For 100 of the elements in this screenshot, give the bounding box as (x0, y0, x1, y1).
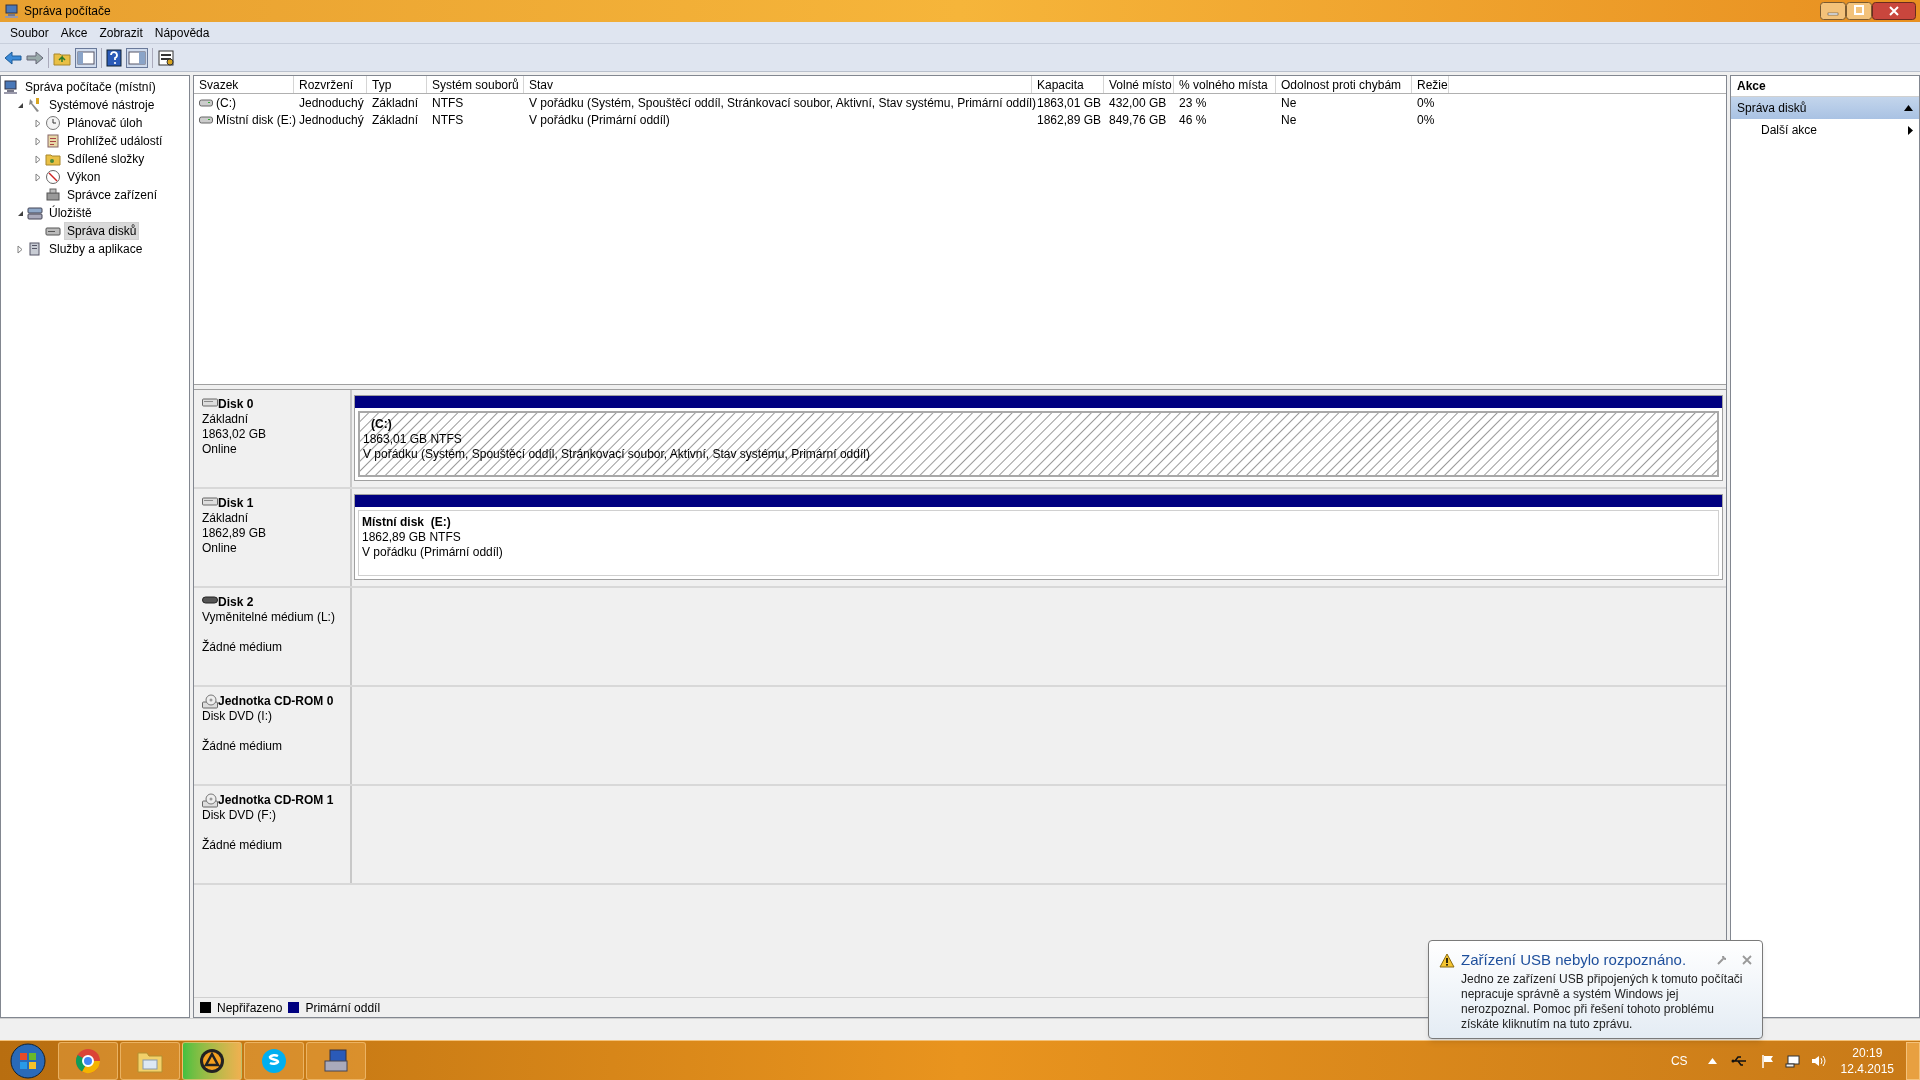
disk-detail: Základní (202, 511, 250, 526)
table-cell-text: Jednoduchý (299, 111, 364, 129)
tree-pane-icon[interactable] (75, 47, 97, 68)
column-header[interactable]: Svazek (194, 76, 294, 93)
column-header[interactable]: Odolnost proti chybám (1276, 76, 1412, 93)
menu-item[interactable]: Zobrazit (93, 23, 149, 42)
table-cell-text: Místní disk (E:) (216, 111, 296, 129)
actions-section-header[interactable]: Správa disků (1731, 97, 1919, 119)
partition-label: (C:) (370, 417, 393, 432)
tree-item[interactable]: Sdílené složky (64, 150, 148, 168)
disk-detail: Disk DVD (F:) (202, 808, 277, 823)
event-log-icon (45, 133, 61, 149)
computer-icon (3, 79, 19, 95)
wrench-icon[interactable] (1716, 954, 1728, 967)
disk-name: Disk 0 (218, 396, 254, 413)
notification-title: Zařízení USB nebylo rozpoznáno. (1461, 950, 1687, 970)
menu-item[interactable]: Soubor (4, 23, 55, 42)
column-header[interactable]: Systém souborů (427, 76, 524, 93)
table-cell-text: 849,76 GB (1109, 111, 1167, 129)
disk-detail: 1863,02 GB (202, 427, 268, 442)
services-icon (27, 241, 43, 257)
properties-icon[interactable] (157, 48, 175, 67)
window-title: Správa počítače (24, 3, 111, 20)
column-header[interactable]: Rozvržení (294, 76, 367, 93)
disk-status: Online (202, 541, 238, 556)
disk-status: Žádné médium (202, 640, 284, 655)
table-cell-text: 0% (1417, 111, 1435, 129)
tree-item[interactable]: Plánovač úloh (64, 114, 146, 132)
table-cell-text: V pořádku (Primární oddíl) (529, 111, 670, 129)
device-manager-icon (45, 187, 61, 203)
partition-label: Místní disk (E:) (362, 515, 452, 530)
computer-management-icon[interactable] (322, 1046, 350, 1075)
tree-item[interactable]: Služby a aplikace (46, 240, 146, 258)
tree-item[interactable]: Systémové nástroje (46, 96, 158, 114)
table-cell-text: NTFS (432, 111, 464, 129)
storage-icon (27, 205, 43, 221)
disk-name: Disk 2 (218, 594, 254, 611)
media-player-icon[interactable] (198, 1046, 226, 1075)
disk-status: Žádné médium (202, 739, 284, 754)
cd-drive-icon (202, 792, 218, 808)
disk-detail: Základní (202, 412, 250, 427)
tree-item[interactable]: Správce zařízení (64, 186, 161, 204)
legend-label: Nepřiřazeno (217, 999, 283, 1017)
table-cell-text: (C:) (216, 94, 236, 112)
help-icon[interactable] (106, 48, 122, 67)
notification-balloon[interactable] (1428, 940, 1763, 1039)
drive-icon (199, 114, 213, 125)
flag-icon[interactable] (1760, 1053, 1775, 1068)
tree-item[interactable]: Prohlížeč událostí (64, 132, 166, 150)
chat-app-icon[interactable] (260, 1046, 288, 1075)
tree-item[interactable]: Výkon (64, 168, 104, 186)
tree-item[interactable]: Správa disků (64, 222, 140, 240)
table-cell-text: 0% (1417, 94, 1435, 112)
disk-detail: Disk DVD (I:) (202, 709, 273, 724)
column-header[interactable]: Typ (367, 76, 427, 93)
collapse-arrow-icon[interactable] (1904, 105, 1913, 111)
column-header[interactable]: % volného místa (1174, 76, 1276, 93)
tree-item[interactable]: Úložiště (46, 204, 95, 222)
network-icon[interactable] (1784, 1053, 1801, 1068)
disk-status: Žádné médium (202, 838, 284, 853)
table-cell-text: 1863,01 GB (1037, 94, 1102, 112)
shared-folder-icon (45, 151, 61, 167)
action-pane-icon[interactable] (126, 47, 148, 68)
table-cell-text: 46 % (1179, 111, 1207, 129)
column-header[interactable]: Stav (524, 76, 1032, 93)
forward-arrow-icon[interactable] (26, 49, 44, 66)
table-cell-text: 1862,89 GB (1037, 111, 1102, 129)
show-hidden-icons-icon[interactable] (1707, 1057, 1717, 1064)
minimize-icon[interactable] (1820, 2, 1846, 20)
back-arrow-icon[interactable] (4, 49, 22, 66)
column-header[interactable]: Režie (1412, 76, 1449, 93)
table-cell-text: Ne (1281, 111, 1297, 129)
table-cell-text: Jednoduchý (299, 94, 364, 112)
partition-block[interactable]: Místní disk (E:) 1862,89 GB NTFS V pořádku (Primární oddíl) (354, 494, 1723, 580)
clock-icon (45, 115, 61, 131)
table-cell-text: V pořádku (Systém, Spouštěcí oddíl, Stránkovací soubor, Aktivní, Stav systému, Primární oddíl) (529, 94, 1036, 112)
disk-detail: Vyměnitelné médium (L:) (202, 610, 336, 625)
table-cell-text: Základní (372, 111, 419, 129)
speaker-icon[interactable] (1810, 1053, 1827, 1068)
column-header[interactable]: Kapacita (1032, 76, 1104, 93)
menu-item[interactable]: Akce (54, 23, 94, 42)
partition-status: V pořádku (Systém, Spouštěcí oddíl, Stránkovací soubor, Aktivní, Stav systému, Primární oddíl) (363, 447, 871, 462)
table-cell-text: NTFS (432, 94, 464, 112)
column-header[interactable]: Volné místo (1104, 76, 1174, 93)
action-item[interactable]: Další akce (1731, 119, 1919, 141)
menu-item[interactable]: Nápověda (148, 23, 216, 42)
table-cell-text: Základní (372, 94, 419, 112)
disk-name: Jednotka CD-ROM 1 (218, 792, 334, 809)
actions-section-title: Správa disků (1737, 100, 1807, 117)
disk-status: Online (202, 442, 238, 457)
browser-icon[interactable] (74, 1046, 102, 1075)
close-icon[interactable] (1872, 2, 1916, 20)
tree-item[interactable]: Správa počítače (místní) (22, 78, 159, 96)
start-button-icon[interactable] (8, 1041, 48, 1080)
maximize-icon[interactable] (1846, 2, 1872, 20)
disk-detail: 1862,89 GB (202, 526, 268, 541)
warning-icon (1439, 952, 1455, 968)
table-cell-text: 432,00 GB (1109, 94, 1167, 112)
partition-block[interactable]: (C:) 1863,01 GB NTFS V pořádku (Systém, Spouštěcí oddíl, Stránkovací soubor, Aktivní, Stav systému, Primární oddíl) (354, 395, 1723, 481)
partition-size: 1863,01 GB NTFS (363, 432, 463, 447)
